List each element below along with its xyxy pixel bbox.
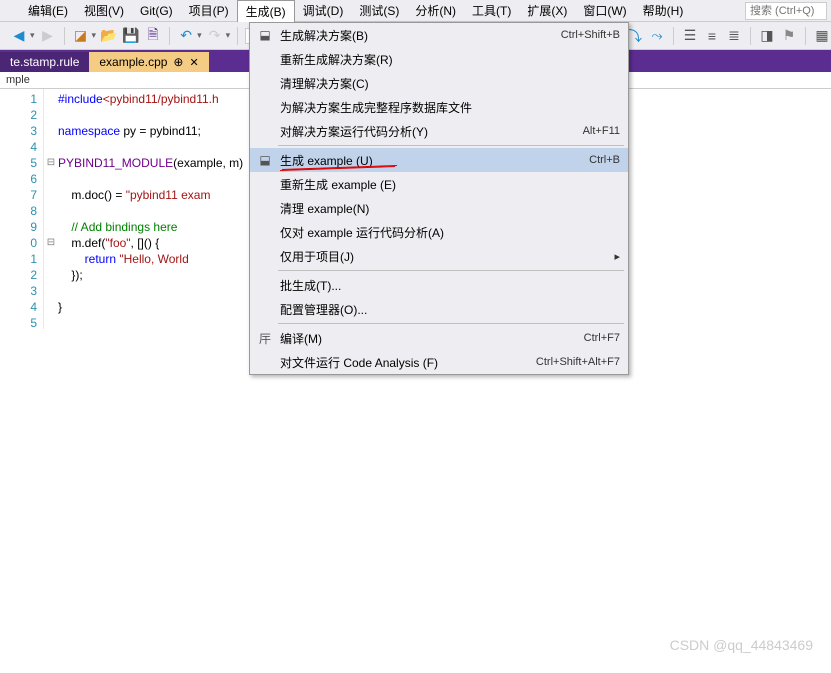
menu-item-shortcut: Ctrl+Shift+Alt+F7 xyxy=(536,356,620,368)
menu-item-label: 批生成(T)... xyxy=(276,277,620,294)
list-icon[interactable]: ☰ xyxy=(681,27,699,45)
redo-icon[interactable]: ↷ xyxy=(206,27,224,45)
outdent-icon[interactable]: ≣ xyxy=(725,27,743,45)
menu-project[interactable]: 项目(P) xyxy=(181,0,237,21)
menu-item[interactable]: 清理解决方案(C) xyxy=(250,71,628,95)
menu-item-icon: ⬓ xyxy=(254,28,276,42)
menu-git[interactable]: Git(G) xyxy=(132,2,181,20)
menu-test[interactable]: 测试(S) xyxy=(351,0,407,21)
menu-item-label: 编译(M) xyxy=(276,330,584,347)
flag-icon[interactable]: ⚑ xyxy=(780,27,798,45)
menu-item-icon: ⬓ xyxy=(254,153,276,167)
saveall-icon[interactable]: 🗎 xyxy=(144,27,162,45)
menu-item-label: 生成解决方案(B) xyxy=(276,27,561,44)
save-icon[interactable]: 💾 xyxy=(122,27,140,45)
pin-icon[interactable]: ⊕ xyxy=(173,55,183,69)
tab-stamp-rule[interactable]: te.stamp.rule xyxy=(0,52,89,72)
menu-item-shortcut: Alt+F11 xyxy=(583,125,620,137)
menubar: 编辑(E) 视图(V) Git(G) 项目(P) 生成(B) 调试(D) 测试(… xyxy=(0,0,831,22)
comment-icon[interactable]: ▦ xyxy=(813,27,831,45)
tab-example-cpp[interactable]: example.cpp ⊕ ✕ xyxy=(89,52,208,72)
menu-build[interactable]: 生成(B) xyxy=(237,0,295,22)
search-box xyxy=(745,2,827,20)
tab-label: example.cpp xyxy=(99,55,167,69)
menu-item-shortcut: Ctrl+Shift+B xyxy=(561,29,620,41)
menu-item[interactable]: 重新生成解决方案(R) xyxy=(250,47,628,71)
menu-window[interactable]: 窗口(W) xyxy=(575,0,634,21)
menu-item[interactable]: 配置管理器(O)... xyxy=(250,297,628,321)
menu-item-shortcut: Ctrl+B xyxy=(589,154,620,166)
menu-item[interactable]: 厈编译(M)Ctrl+F7 xyxy=(250,326,628,350)
watermark: CSDN @qq_44843469 xyxy=(670,637,813,653)
menu-item-label: 生成 example (U) xyxy=(276,152,589,169)
menu-tools[interactable]: 工具(T) xyxy=(464,0,519,21)
menu-item[interactable]: 对文件运行 Code Analysis (F)Ctrl+Shift+Alt+F7 xyxy=(250,350,628,374)
menu-item-label: 为解决方案生成完整程序数据库文件 xyxy=(276,99,620,116)
menu-item-label: 对解决方案运行代码分析(Y) xyxy=(276,123,583,140)
fold-gutter: ⊟⊟ xyxy=(44,89,58,329)
build-menu-dropdown: ⬓生成解决方案(B)Ctrl+Shift+B重新生成解决方案(R)清理解决方案(… xyxy=(249,22,629,375)
close-icon[interactable]: ✕ xyxy=(189,56,198,69)
forward-icon[interactable]: ▶ xyxy=(39,27,57,45)
menu-item-shortcut: ▸ xyxy=(614,250,620,263)
menu-edit[interactable]: 编辑(E) xyxy=(20,0,76,21)
menu-item-label: 对文件运行 Code Analysis (F) xyxy=(276,354,536,371)
menu-item[interactable]: ⬓生成解决方案(B)Ctrl+Shift+B xyxy=(250,23,628,47)
open-icon[interactable]: 📂 xyxy=(100,27,118,45)
menu-extensions[interactable]: 扩展(X) xyxy=(519,0,575,21)
new-icon[interactable]: ◪ xyxy=(72,27,90,45)
menu-item-shortcut: Ctrl+F7 xyxy=(584,332,620,344)
menu-item-label: 重新生成解决方案(R) xyxy=(276,51,620,68)
menu-item[interactable]: 对解决方案运行代码分析(Y)Alt+F11 xyxy=(250,119,628,143)
menu-item[interactable]: 为解决方案生成完整程序数据库文件 xyxy=(250,95,628,119)
menu-item-label: 配置管理器(O)... xyxy=(276,301,620,318)
menu-item[interactable]: 重新生成 example (E) xyxy=(250,172,628,196)
menu-item[interactable]: 批生成(T)... xyxy=(250,273,628,297)
menu-item[interactable]: 清理 example(N) xyxy=(250,196,628,220)
line-gutter: 123456789012345 xyxy=(0,89,44,329)
indent-icon[interactable]: ≡ xyxy=(703,27,721,45)
menu-view[interactable]: 视图(V) xyxy=(76,0,132,21)
bookmark-icon[interactable]: ◨ xyxy=(758,27,776,45)
menu-item-label: 仅对 example 运行代码分析(A) xyxy=(276,224,620,241)
search-input[interactable] xyxy=(745,2,827,20)
tab-label: te.stamp.rule xyxy=(10,55,79,69)
menu-item-icon: 厈 xyxy=(254,330,276,347)
undo-icon[interactable]: ↶ xyxy=(177,27,195,45)
menu-item-label: 仅用于项目(J) xyxy=(276,248,614,265)
menu-item[interactable]: 仅对 example 运行代码分析(A) xyxy=(250,220,628,244)
menu-item-label: 清理解决方案(C) xyxy=(276,75,620,92)
menu-help[interactable]: 帮助(H) xyxy=(635,0,692,21)
menu-item[interactable]: 仅用于项目(J)▸ xyxy=(250,244,628,268)
menu-analyze[interactable]: 分析(N) xyxy=(407,0,464,21)
menu-item-label: 重新生成 example (E) xyxy=(276,176,620,193)
menu-debug[interactable]: 调试(D) xyxy=(295,0,352,21)
step-over-icon[interactable]: ⤳ xyxy=(648,27,666,45)
menu-item-label: 清理 example(N) xyxy=(276,200,620,217)
back-icon[interactable]: ◀ xyxy=(10,27,28,45)
